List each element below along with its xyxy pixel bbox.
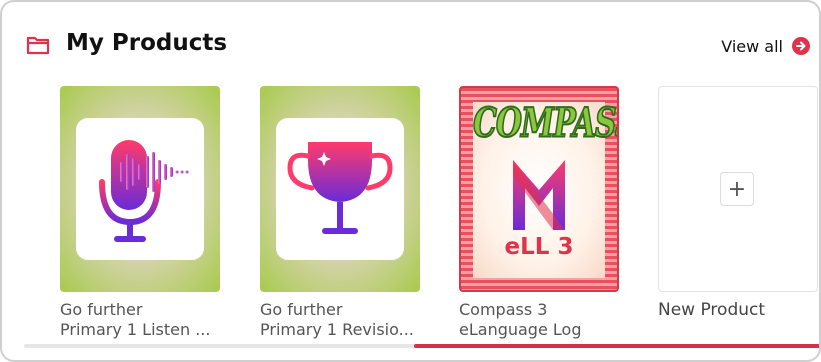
view-all-link[interactable]: View all	[721, 36, 811, 56]
product-title-line2: Primary 1 Revisio...	[260, 320, 414, 339]
thumbnail-tile	[276, 118, 404, 260]
product-title-line2: eLanguage Log	[459, 320, 582, 339]
section-header: My Products View all	[26, 30, 811, 66]
my-products-panel: My Products View all Go further Primary …	[0, 0, 821, 362]
scrollbar-thumb[interactable]	[414, 344, 819, 348]
product-title-line1: Go further	[60, 300, 143, 319]
horizontal-scrollbar[interactable]	[24, 344, 819, 348]
view-all-label: View all	[721, 36, 783, 56]
product-title-line1: Go further	[260, 300, 343, 319]
product-list: Go further Primary 1 Listen ... Go furth…	[60, 86, 819, 346]
new-product-tile: +	[658, 86, 818, 292]
product-thumbnail	[260, 86, 420, 292]
product-thumbnail: COMPASS eLL 3	[459, 86, 619, 292]
product-card[interactable]: COMPASS eLL 3 Compass	[459, 86, 619, 340]
microphone-icon	[99, 140, 189, 242]
product-title: Go further Primary 1 Revisio...	[260, 300, 420, 340]
plus-icon[interactable]: +	[720, 172, 754, 206]
product-thumbnail	[60, 86, 220, 292]
product-title: Go further Primary 1 Listen ...	[60, 300, 220, 340]
section-title: My Products	[66, 30, 228, 56]
cover-subtitle: eLL 3	[504, 234, 574, 260]
new-product-label: New Product	[658, 300, 766, 320]
compass-cover: COMPASS eLL 3	[472, 99, 617, 278]
product-card[interactable]: Go further Primary 1 Revisio...	[260, 86, 420, 340]
new-product-card[interactable]: + New Product	[658, 86, 818, 320]
product-title-line1: Compass 3	[459, 300, 548, 319]
arrow-circle-right-icon	[792, 37, 810, 55]
product-title-line2: Primary 1 Listen ...	[60, 320, 211, 339]
product-title: Compass 3 eLanguage Log	[459, 300, 619, 340]
folder-icon	[26, 36, 50, 55]
product-card[interactable]: Go further Primary 1 Listen ...	[60, 86, 220, 340]
trophy-icon	[287, 142, 393, 234]
thumbnail-tile	[76, 118, 204, 260]
